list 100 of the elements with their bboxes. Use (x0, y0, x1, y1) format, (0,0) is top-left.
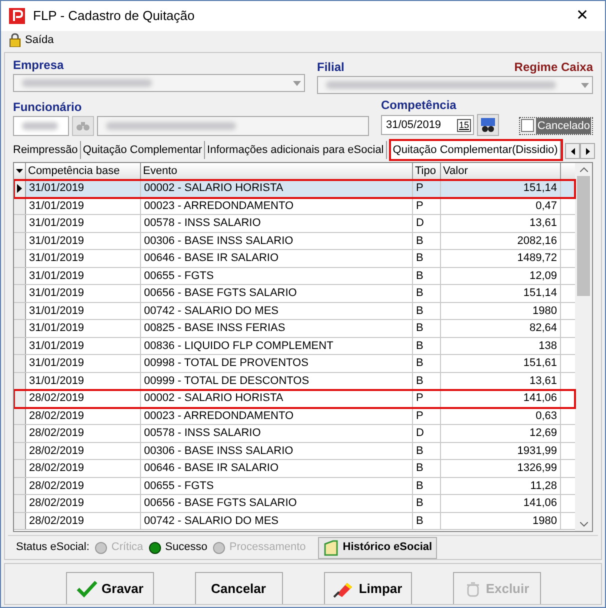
table-row[interactable]: 31/01/2019 00023 - ARREDONDAMENTO P 0,47 (14, 198, 575, 215)
table-row[interactable]: 31/01/2019 00998 - TOTAL DE PROVENTOS B 151,61 (14, 355, 575, 372)
table-row[interactable]: 28/02/2019 00655 - FGTS B 11,28 (14, 478, 575, 495)
menu-item[interactable]: Saída (5, 32, 58, 48)
table-cell: B (413, 460, 441, 476)
regime-caixa-label: Regime Caixa (514, 59, 593, 76)
table-row[interactable]: 31/01/2019 00646 - BASE IR SALARIO B 1489,72 (14, 250, 575, 268)
table-cell: 31/01/2019 (26, 198, 141, 214)
table-cell: 31/01/2019 (26, 180, 141, 196)
table-cell: 00999 - TOTAL DE DESCONTOS (141, 372, 413, 389)
table-cell: 151,14 (441, 285, 561, 302)
tab[interactable]: Quitação Complementar(Dissidio) (390, 141, 561, 159)
table-cell: 31/01/2019 (26, 372, 141, 389)
scroll-up-icon[interactable] (580, 167, 588, 172)
cancelado-checkbox[interactable]: Cancelado (519, 116, 593, 135)
table-row[interactable]: 31/01/2019 00999 - TOTAL DE DESCONTOS B 13,61 (14, 372, 575, 390)
scroll-down-icon[interactable] (580, 522, 588, 527)
table-cell: 00655 - FGTS (141, 268, 413, 284)
table-cell: P (413, 390, 441, 406)
table-row[interactable]: 31/01/2019 00655 - FGTS B 12,09 (14, 268, 575, 285)
funcionario-label: Funcionário (13, 99, 83, 116)
table-cell: 00656 - BASE FGTS SALARIO (141, 285, 413, 302)
table-row[interactable]: 31/01/2019 00002 - SALARIO HORISTA P 151,14 (14, 180, 575, 198)
table-cell: B (413, 320, 441, 336)
table-row[interactable]: 28/02/2019 00646 - BASE IR SALARIO B 1326,99 (14, 460, 575, 478)
table-cell: 00646 - BASE IR SALARIO (141, 460, 413, 476)
table-cell: 00646 - BASE IR SALARIO (141, 250, 413, 266)
table-row[interactable]: 31/01/2019 00306 - BASE INSS SALARIO B 2082,16 (14, 232, 575, 250)
table-cell: 28/02/2019 (26, 425, 141, 442)
table-cell: 1489,72 (441, 250, 561, 266)
table-cell: 00306 - BASE INSS SALARIO (141, 442, 413, 459)
table-row[interactable]: 31/01/2019 00825 - BASE INSS FERIAS B 82,64 (14, 320, 575, 338)
tab[interactable]: Quitação Complementar (80, 141, 206, 159)
table-row[interactable]: 31/01/2019 00656 - BASE FGTS SALARIO B 151,14 (14, 285, 575, 302)
table-cell: 1931,99 (441, 442, 561, 459)
date-field[interactable]: 31/05/2019 15 (381, 115, 474, 135)
table-cell: 00023 - ARREDONDAMENTO (141, 198, 413, 214)
table-cell: D (413, 425, 441, 442)
checkmark-icon (76, 580, 98, 598)
table-row[interactable]: 28/02/2019 00742 - SALARIO DO MES B 1980 (14, 512, 575, 530)
tab[interactable]: Reimpressão (11, 141, 81, 159)
table-cell: 82,64 (441, 320, 561, 336)
table-cell: P (413, 198, 441, 214)
table-cell: D (413, 215, 441, 232)
clear-button[interactable]: Limpar (324, 572, 412, 604)
table-row[interactable]: 28/02/2019 00656 - BASE FGTS SALARIO B 141,06 (14, 495, 575, 512)
table-row[interactable]: 28/02/2019 00306 - BASE INSS SALARIO B 1931,99 (14, 442, 575, 460)
table-cell: 31/01/2019 (26, 302, 141, 319)
cancel-button[interactable]: Cancelar (194, 572, 282, 604)
table-cell: B (413, 302, 441, 319)
table-cell: 31/01/2019 (26, 285, 141, 302)
table-cell: 141,06 (441, 390, 561, 406)
table-cell: 31/01/2019 (26, 268, 141, 284)
left-arrow-icon (570, 148, 574, 154)
table-cell: B (413, 338, 441, 354)
competencia-label: Competência (381, 97, 458, 114)
dropdown-arrow-icon (581, 82, 589, 88)
save-button[interactable]: Gravar (66, 572, 154, 604)
table-cell: 31/01/2019 (26, 320, 141, 336)
column-menu-icon[interactable] (16, 169, 23, 173)
table-row[interactable]: 31/01/2019 00578 - INSS SALARIO D 13,61 (14, 215, 575, 232)
table-cell: 00836 - LIQUIDO FLP COMPLEMENT (141, 338, 413, 354)
employee-code-field[interactable] (13, 116, 69, 136)
table-cell: 31/01/2019 (26, 232, 141, 249)
table-cell: 1980 (441, 512, 561, 529)
scrollbar[interactable] (575, 163, 592, 531)
table-row[interactable]: 31/01/2019 00742 - SALARIO DO MES B 1980 (14, 302, 575, 320)
table-cell: 31/01/2019 (26, 338, 141, 354)
table-cell: B (413, 285, 441, 302)
table-cell: 151,61 (441, 355, 561, 372)
table-cell: B (413, 372, 441, 389)
table-row[interactable]: 28/02/2019 00002 - SALARIO HORISTA P 141,06 (14, 390, 575, 408)
tab[interactable]: Informações adicionais para eSocial (205, 141, 387, 159)
table-cell: B (413, 268, 441, 284)
table-cell: 00002 - SALARIO HORISTA (141, 180, 413, 196)
table-cell: 151,14 (441, 180, 561, 196)
table-cell: 13,61 (441, 215, 561, 232)
empresa-label: Empresa (13, 57, 65, 74)
table-row[interactable]: 31/01/2019 00836 - LIQUIDO FLP COMPLEMENT B 138 (14, 338, 575, 355)
tab-scroll-left-button[interactable] (565, 143, 580, 159)
table-cell: 0,47 (441, 198, 561, 214)
tab-scroll-right-button[interactable] (580, 143, 595, 159)
search-button[interactable] (477, 114, 499, 136)
table-row[interactable]: 28/02/2019 00578 - INSS SALARIO D 12,69 (14, 425, 575, 442)
status-radio[interactable]: Sucesso (149, 539, 208, 556)
table-cell: B (413, 232, 441, 249)
table-cell: 141,06 (441, 495, 561, 512)
table-cell: 28/02/2019 (26, 495, 141, 512)
table-row[interactable]: 28/02/2019 00023 - ARREDONDAMENTO P 0,63 (14, 408, 575, 425)
calendar-button[interactable]: 15 (456, 118, 471, 132)
blurred-text (22, 122, 58, 130)
table-cell: 00655 - FGTS (141, 478, 413, 494)
table-cell: 138 (441, 338, 561, 354)
padlock-icon (9, 33, 21, 47)
close-button[interactable]: ✕ (568, 4, 597, 28)
table-cell: 0,63 (441, 408, 561, 424)
table-cell: 28/02/2019 (26, 512, 141, 529)
calendar-binoculars-icon (480, 117, 496, 133)
employee-name-field[interactable] (97, 116, 369, 136)
historico-esocial-button[interactable]: Histórico eSocial (318, 536, 438, 558)
